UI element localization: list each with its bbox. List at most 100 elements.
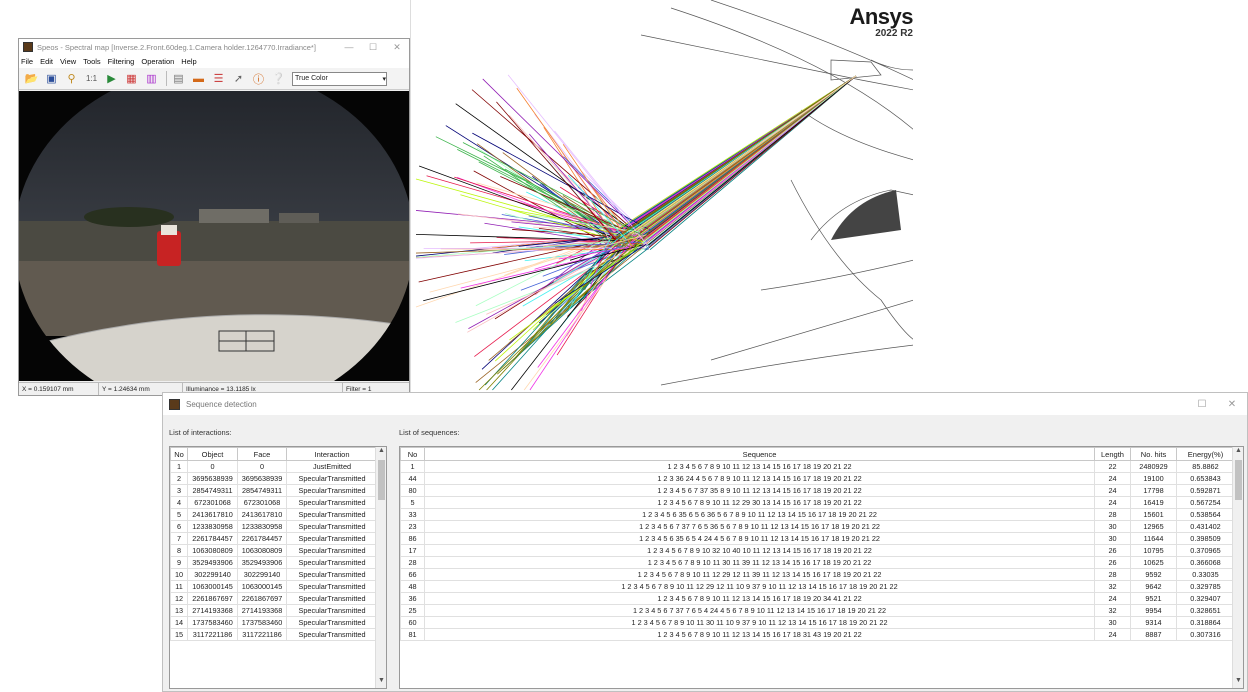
ray-trace-viewport[interactable]	[410, 0, 913, 395]
status-x: X = 0.159107 mm	[19, 383, 99, 395]
table-cell: 302299140	[187, 568, 238, 581]
sequence-row[interactable]: 25 1 2 3 4 5 6 7 37 7 6 5 4 24 4 5 6 7 8 …	[400, 604, 1235, 617]
close-icon[interactable]: ✕	[1217, 399, 1247, 410]
scroll-up-icon[interactable]: ▲	[1233, 447, 1243, 458]
magnifier-icon[interactable]: ⚲	[63, 70, 80, 87]
sequence-row[interactable]: 28 1 2 3 4 5 6 7 8 9 10 11 30 11 39 11 12…	[400, 556, 1235, 569]
minimize-icon[interactable]: —	[337, 42, 361, 52]
interaction-row[interactable]: 1 0 0 JustEmitted	[170, 460, 378, 473]
scroll-thumb[interactable]	[378, 460, 385, 500]
maximize-icon[interactable]: ☐	[1187, 399, 1217, 410]
help-icon[interactable]: ❔	[270, 70, 287, 87]
column-header[interactable]: No	[400, 447, 425, 461]
sequence-row[interactable]: 80 1 2 3 4 5 6 7 37 35 8 9 10 11 12 13 14…	[400, 484, 1235, 497]
sequence-row[interactable]: 66 1 2 3 4 5 6 7 8 9 10 11 12 29 12 11 39…	[400, 568, 1235, 581]
zoom-1to1-icon[interactable]: 1:1	[83, 70, 100, 87]
table-cell: 13	[170, 604, 188, 617]
color-mode-select[interactable]: True Color ▾	[292, 71, 387, 86]
interaction-row[interactable]: 12 2261867697 2261867697 SpecularTransmitte…	[170, 592, 378, 605]
table-cell: 2261867697	[187, 592, 238, 605]
table-cell: 1 2 3 4 5 6 7 8 9 10 32 10 40 10 11 12 1…	[424, 544, 1095, 557]
column-header[interactable]: Face	[237, 447, 287, 461]
table-cell: 19100	[1130, 472, 1177, 485]
sequence-row[interactable]: 33 1 2 3 4 5 6 35 6 5 6 36 5 6 7 8 9 10 1…	[400, 508, 1235, 521]
scroll-up-icon[interactable]: ▲	[376, 447, 386, 458]
scroll-thumb[interactable]	[1235, 460, 1242, 500]
interaction-row[interactable]: 6 1233830958 1233830958 SpecularTransmitted	[170, 520, 378, 533]
palette-icon[interactable]: ▥	[143, 70, 160, 87]
sequence-row[interactable]: 48 1 2 3 4 5 6 7 8 9 10 11 12 29 12 11 10…	[400, 580, 1235, 593]
menu-filtering[interactable]: Filtering	[108, 57, 135, 66]
sequences-table[interactable]: No Sequence Length No. hits Energy(%) 11 2 3…	[399, 446, 1244, 689]
interaction-row[interactable]: 2 3695638939 3695638939 SpecularTransmitted	[170, 472, 378, 485]
interaction-row[interactable]: 3 2854749311 2854749311 SpecularTransmitted	[170, 484, 378, 497]
column-header[interactable]: Energy(%)	[1176, 447, 1235, 461]
column-header[interactable]: Sequence	[424, 447, 1095, 461]
pointer-icon[interactable]: ➚	[230, 70, 247, 87]
table-cell: 60	[400, 616, 425, 629]
interaction-row[interactable]: 10 302299140 302299140 SpecularTransmitted	[170, 568, 378, 581]
interaction-row[interactable]: 4 672301068 672301068 SpecularTransmitted	[170, 496, 378, 509]
scroll-down-icon[interactable]: ▼	[376, 677, 386, 688]
interaction-row[interactable]: 14 1737583460 1737583460 SpecularTransmitte…	[170, 616, 378, 629]
sequence-row[interactable]: 44 1 2 3 36 24 4 5 6 7 8 9 10 11 12 13 14…	[400, 472, 1235, 485]
menu-operation[interactable]: Operation	[141, 57, 174, 66]
ray-line	[478, 245, 627, 391]
table-cell: 11	[170, 580, 188, 593]
interaction-row[interactable]: 11 1063000145 1063000145 SpecularTransmitte…	[170, 580, 378, 593]
sequence-row[interactable]: 81 1 2 3 4 5 6 7 8 9 10 11 12 13 14 15 16…	[400, 628, 1235, 641]
sequence-row[interactable]: 60 1 2 3 4 5 6 7 8 9 10 11 30 11 10 9 37 …	[400, 616, 1235, 629]
table-cell: 24	[1094, 472, 1131, 485]
interactions-scrollbar[interactable]: ▲ ▼	[375, 447, 386, 688]
interaction-row[interactable]: 8 1063080809 1063080809 SpecularTransmitted	[170, 544, 378, 557]
interaction-row[interactable]: 15 3117221186 3117221186 SpecularTransmitte…	[170, 628, 378, 641]
layers-icon[interactable]: ▬	[190, 70, 207, 87]
interaction-row[interactable]: 9 3529493906 3529493906 SpecularTransmitted	[170, 556, 378, 569]
menu-view[interactable]: View	[60, 57, 76, 66]
table-cell: 32	[1094, 580, 1131, 593]
document-icon[interactable]: ▤	[170, 70, 187, 87]
menu-edit[interactable]: Edit	[40, 57, 53, 66]
sequence-row[interactable]: 11 2 3 4 5 6 7 8 9 10 11 12 13 14 15 16 …	[400, 460, 1235, 473]
interaction-row[interactable]: 13 2714193368 2714193368 SpecularTransmitte…	[170, 604, 378, 617]
info-icon[interactable]: ⓘ	[250, 70, 267, 87]
table-cell: SpecularTransmitted	[286, 472, 378, 485]
table-cell: 2413617810	[187, 508, 238, 521]
close-icon[interactable]: ✕	[385, 42, 409, 53]
lines-icon[interactable]: ☰	[210, 70, 227, 87]
ray-line	[474, 242, 626, 357]
column-header[interactable]: Object	[187, 447, 238, 461]
spectral-map-view[interactable]	[19, 91, 409, 381]
sequence-row[interactable]: 17 1 2 3 4 5 6 7 8 9 10 32 10 40 10 11 12…	[400, 544, 1235, 557]
column-header[interactable]: Interaction	[286, 447, 378, 461]
table-cell: 66	[400, 568, 425, 581]
sequence-row[interactable]: 51 2 3 4 5 6 7 8 9 10 11 12 29 30 13 14 …	[400, 496, 1235, 509]
column-header[interactable]: No. hits	[1130, 447, 1177, 461]
sequence-row[interactable]: 23 1 2 3 4 5 6 7 37 7 6 5 36 5 6 7 8 9 10…	[400, 520, 1235, 533]
table-cell: 81	[400, 628, 425, 641]
maximize-icon[interactable]: ☐	[361, 42, 385, 53]
car-outline-line	[870, 59, 913, 71]
save-icon[interactable]: ▣	[43, 70, 60, 87]
table-cell: 1063080809	[187, 544, 238, 557]
interaction-row[interactable]: 5 2413617810 2413617810 SpecularTransmitted	[170, 508, 378, 521]
sequence-row[interactable]: 86 1 2 3 4 5 6 35 6 5 4 24 4 5 6 7 8 9 10…	[400, 532, 1235, 545]
ray-line	[615, 75, 857, 231]
sequence-row[interactable]: 36 1 2 3 4 5 6 7 8 9 10 11 12 13 14 15 16…	[400, 592, 1235, 605]
menu-tools[interactable]: Tools	[83, 57, 101, 66]
speos-menu-bar: File Edit View Tools Filtering Operation…	[19, 55, 409, 68]
menu-help[interactable]: Help	[181, 57, 196, 66]
interaction-row[interactable]: 7 2261784457 2261784457 SpecularTransmitted	[170, 532, 378, 545]
interactions-table[interactable]: No Object Face Interaction 1 0 0 JustEmitted 2 3…	[169, 446, 387, 689]
table-cell: 1 2 3 4 5 6 7 8 9 10 11 30 11 10 9 37 9 …	[424, 616, 1095, 629]
play-icon[interactable]: ▶	[103, 70, 120, 87]
sequences-scrollbar[interactable]: ▲ ▼	[1232, 447, 1243, 688]
menu-file[interactable]: File	[21, 57, 33, 66]
spectrum-icon[interactable]: ▦	[123, 70, 140, 87]
column-header[interactable]: No	[170, 447, 188, 461]
column-header[interactable]: Length	[1094, 447, 1131, 461]
scroll-down-icon[interactable]: ▼	[1233, 677, 1243, 688]
table-cell: 9592	[1130, 568, 1177, 581]
table-cell: 26	[1094, 556, 1131, 569]
open-folder-icon[interactable]: 📂	[23, 70, 40, 87]
